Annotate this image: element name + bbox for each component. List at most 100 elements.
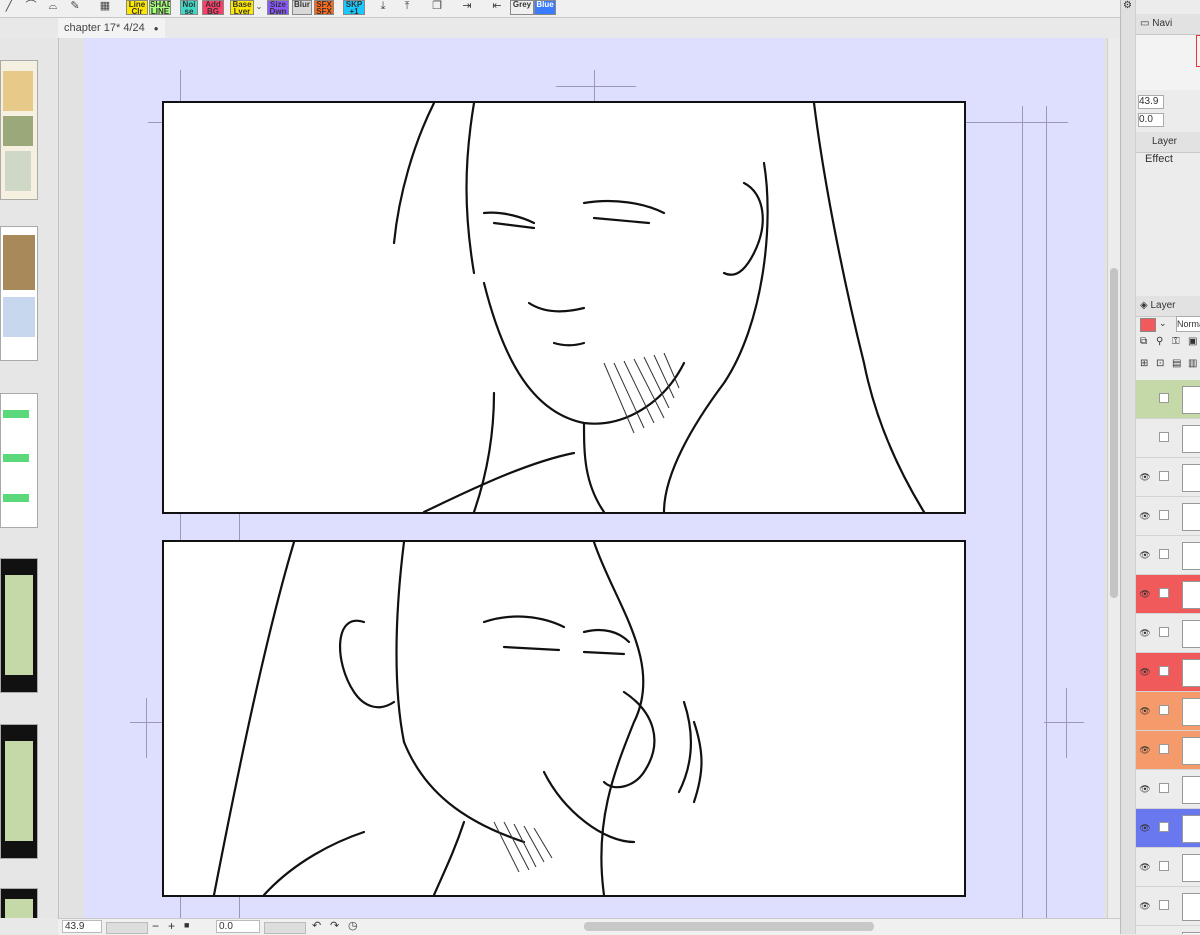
document-tab[interactable]: chapter 17* 4/24 ● (58, 18, 165, 38)
clip-icon[interactable]: ⧉ (1140, 336, 1147, 347)
comic-panel-bottom[interactable] (162, 540, 966, 897)
move-up-icon[interactable]: ⤒ (398, 0, 416, 15)
comic-panel-top[interactable] (162, 101, 966, 514)
settings-icon[interactable]: ⚙ (1123, 0, 1132, 11)
blend-mode-select[interactable]: Norma (1176, 316, 1200, 332)
lock-checkbox[interactable] (1159, 510, 1169, 520)
visibility-eye-icon[interactable]: 👁 (1138, 509, 1152, 523)
macro-shade-line-button[interactable]: SHADE LINE (149, 0, 171, 15)
navigator-header[interactable]: ▭ Navi (1136, 14, 1200, 35)
move-down-icon[interactable]: ⤓ (374, 0, 392, 15)
rotate-slider[interactable] (264, 922, 306, 934)
folder-icon[interactable]: ▥ (1188, 358, 1197, 369)
navigator-preview[interactable] (1136, 35, 1200, 90)
layer-row[interactable]: 👁 (1136, 887, 1200, 926)
layer-row[interactable]: 👁 (1136, 926, 1200, 934)
import-icon[interactable]: ⇤ (488, 0, 506, 15)
close-tab-icon[interactable]: ● (154, 24, 159, 33)
macro-skp-button[interactable]: SKP +1 (343, 0, 365, 15)
page-thumbnail[interactable] (0, 888, 38, 918)
layer-row[interactable]: 👁 (1136, 536, 1200, 575)
layer-row[interactable]: 👁 (1136, 575, 1200, 614)
page-thumbnail[interactable] (0, 226, 38, 361)
curve-tool-icon[interactable]: ⌓ (44, 0, 62, 15)
lock-checkbox[interactable] (1159, 549, 1169, 559)
macro-line-clr-button[interactable]: Line Clr (126, 0, 148, 15)
new-folder-icon[interactable]: ▤ (1172, 358, 1181, 369)
manga-page[interactable] (84, 38, 1104, 918)
visibility-eye-icon[interactable]: 👁 (1138, 821, 1152, 835)
page-thumbnail[interactable] (0, 558, 38, 693)
visibility-eye-icon[interactable]: 👁 (1138, 587, 1152, 601)
layer-row[interactable]: 👁 (1136, 770, 1200, 809)
layer-row[interactable]: 👁 (1136, 497, 1200, 536)
visibility-eye-icon[interactable]: 👁 (1138, 548, 1152, 562)
layer-color-swatch[interactable] (1140, 318, 1156, 332)
visibility-eye-icon[interactable]: 👁 (1138, 899, 1152, 913)
lock-checkbox[interactable] (1159, 705, 1169, 715)
layer-row[interactable]: 👁 (1136, 692, 1200, 731)
macro-add-bg-button[interactable]: Add BG (202, 0, 224, 15)
new-vector-layer-icon[interactable]: ⊡ (1156, 358, 1164, 369)
ruler-tool-icon[interactable]: ⌒ (22, 0, 40, 15)
chevron-down-icon[interactable]: ⌄ (1159, 318, 1167, 329)
layer-header[interactable]: ◈ Layer (1136, 296, 1200, 317)
lock-checkbox[interactable] (1159, 432, 1169, 442)
copy-icon[interactable]: ❐ (428, 0, 446, 15)
angle-value-field[interactable]: 0.0 (216, 920, 260, 933)
lock-checkbox[interactable] (1159, 393, 1169, 403)
canvas-area[interactable] (60, 38, 1107, 918)
horizontal-scrollbar-thumb[interactable] (584, 922, 874, 931)
lock-checkbox[interactable] (1159, 666, 1169, 676)
navigator-viewport[interactable] (1196, 35, 1200, 67)
macro-grey-button[interactable]: Grey (510, 0, 534, 15)
macro-base-layer-button[interactable]: Base Lyer (230, 0, 254, 15)
lock-checkbox[interactable] (1159, 471, 1169, 481)
lock-checkbox[interactable] (1159, 861, 1169, 871)
lock-checkbox[interactable] (1159, 900, 1169, 910)
visibility-eye-icon[interactable]: 👁 (1138, 704, 1152, 718)
layer-row[interactable]: 👁 (1136, 731, 1200, 770)
layer-row[interactable] (1136, 380, 1200, 419)
macro-blue-button[interactable]: Blue (534, 0, 556, 15)
visibility-eye-icon[interactable] (1138, 431, 1152, 445)
mask-icon[interactable]: ▣ (1188, 336, 1197, 347)
lock-checkbox[interactable] (1159, 822, 1169, 832)
fit-icon[interactable]: ■ (184, 920, 189, 930)
layer-row[interactable]: 👁 (1136, 809, 1200, 848)
page-thumbnail[interactable] (0, 60, 38, 200)
pen-tool-icon[interactable]: ╱ (0, 0, 18, 15)
navigator-angle-field[interactable]: 0.0 (1138, 113, 1164, 127)
lock-checkbox[interactable] (1159, 588, 1169, 598)
macro-size-down-button[interactable]: Size Dwn (267, 0, 289, 15)
layer-property-header[interactable]: Layer (1136, 132, 1200, 153)
scrollbar-thumb[interactable] (1110, 268, 1118, 598)
zoom-out-icon[interactable]: − (152, 919, 159, 933)
reset-rotation-icon[interactable]: ◷ (348, 919, 358, 932)
perspective-icon[interactable]: ▦ (96, 0, 114, 15)
macro-blur-button[interactable]: Blur (292, 0, 312, 15)
navigator-zoom-field[interactable]: 43.9 (1138, 95, 1164, 109)
visibility-eye-icon[interactable]: 👁 (1138, 626, 1152, 640)
layer-row[interactable]: 👁 (1136, 653, 1200, 692)
visibility-eye-icon[interactable]: 👁 (1138, 743, 1152, 757)
macro-noise-button[interactable]: Noi se (180, 0, 198, 15)
new-layer-icon[interactable]: ⊞ (1140, 358, 1148, 369)
chevron-down-icon[interactable]: ⌄ (254, 0, 264, 15)
lock-checkbox[interactable] (1159, 744, 1169, 754)
canvas-vertical-scrollbar[interactable] (1107, 38, 1121, 918)
macro-sfx-button[interactable]: SFX SFX (314, 0, 334, 15)
zoom-slider[interactable] (106, 922, 148, 934)
reference-icon[interactable]: ⚲ (1156, 336, 1163, 347)
lock-checkbox[interactable] (1159, 783, 1169, 793)
layer-row[interactable] (1136, 419, 1200, 458)
rotate-right-icon[interactable]: ↷ (330, 919, 339, 932)
page-thumbnail[interactable] (0, 724, 38, 859)
visibility-eye-icon[interactable] (1138, 392, 1152, 406)
layer-row[interactable]: 👁 (1136, 848, 1200, 887)
zoom-in-icon[interactable]: + (168, 919, 175, 933)
zoom-value-field[interactable]: 43.9 (62, 920, 102, 933)
brush-tool-icon[interactable]: ✎ (66, 0, 84, 15)
visibility-eye-icon[interactable]: 👁 (1138, 782, 1152, 796)
rotate-left-icon[interactable]: ↶ (312, 919, 321, 932)
